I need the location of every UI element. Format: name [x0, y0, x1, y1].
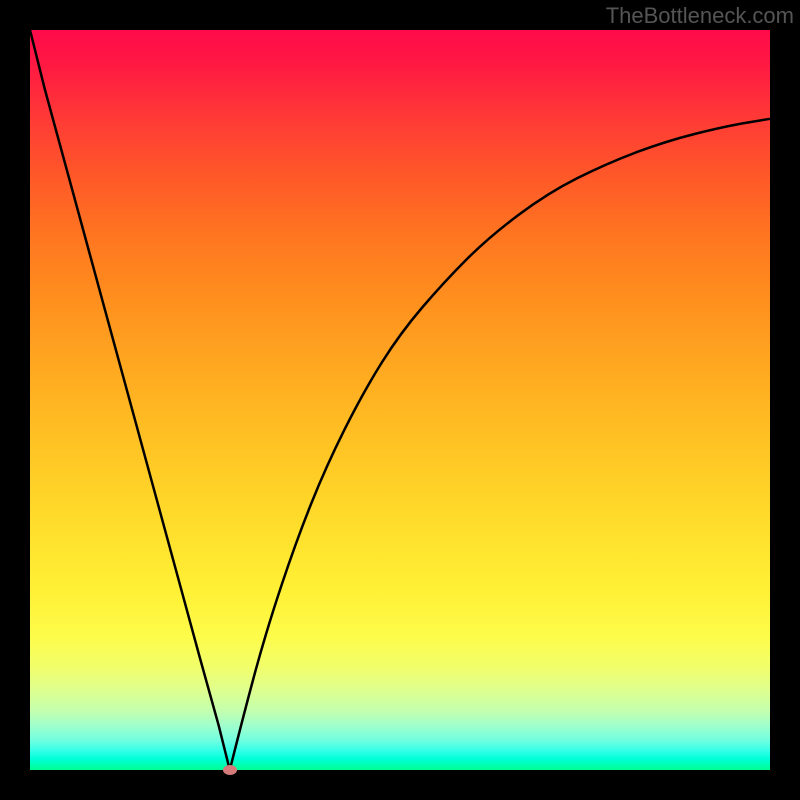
bottleneck-marker [223, 765, 237, 775]
chart-container: TheBottleneck.com [0, 0, 800, 800]
plot-area [30, 30, 770, 770]
watermark-text: TheBottleneck.com [606, 3, 794, 29]
curve-left-branch [30, 30, 230, 770]
curve-right-branch [230, 119, 770, 770]
bottleneck-curve [30, 30, 770, 770]
